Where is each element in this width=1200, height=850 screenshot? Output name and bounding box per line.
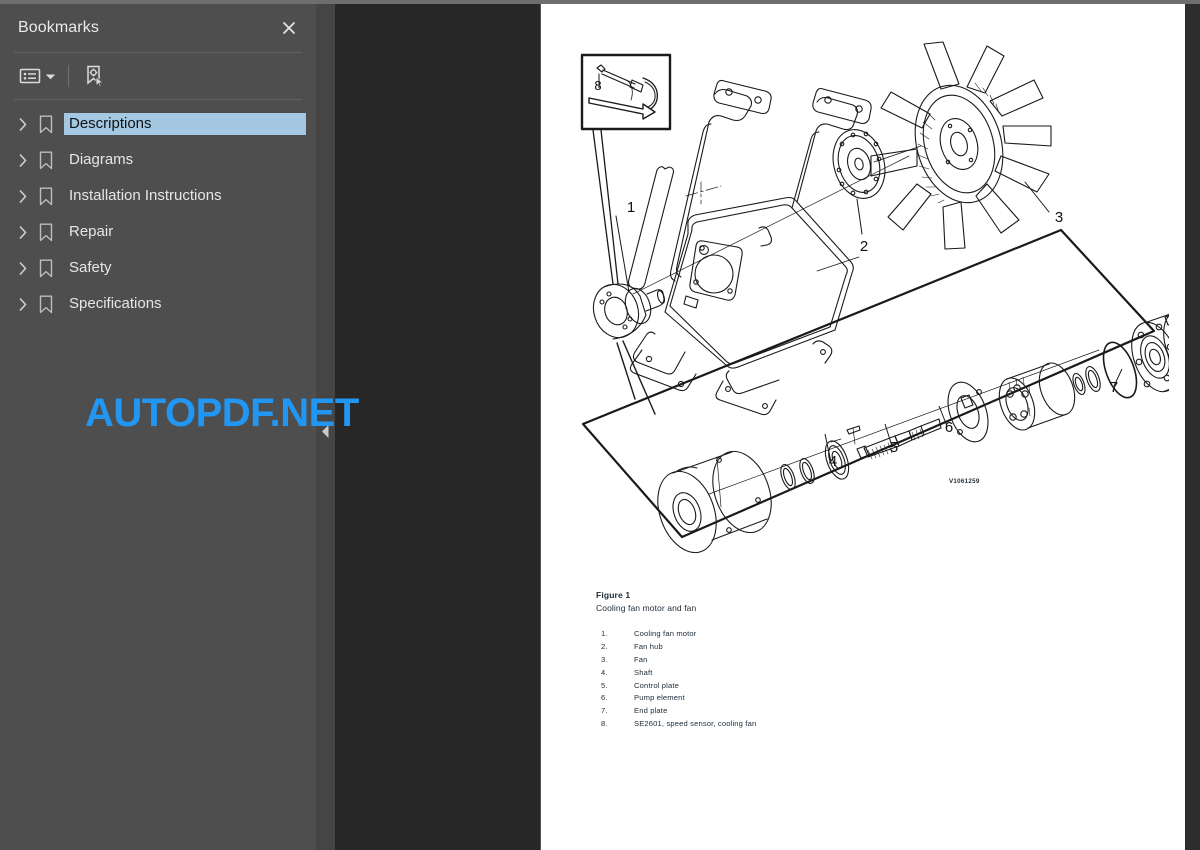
- new-bookmark-button[interactable]: [81, 62, 109, 90]
- figure-title: Figure 1: [596, 590, 631, 600]
- legend-item: 2. Fan hub: [601, 642, 756, 655]
- expand-toggle-descriptions[interactable]: [12, 113, 34, 135]
- legend-number: 1.: [601, 629, 608, 638]
- collapse-left-icon: [322, 424, 329, 438]
- legend-text: SE2601, speed sensor, cooling fan: [634, 719, 757, 729]
- legend-item: 5. Control plate: [601, 681, 756, 694]
- drawing-number: V1061259: [949, 478, 980, 485]
- pdf-page: 1 2 3 4 5 6 7 8 V1061259 Figure 1 Coolin…: [541, 4, 1185, 850]
- bookmark-icon: [34, 184, 58, 208]
- callout-7: 7: [1110, 379, 1118, 396]
- legend-number: 6.: [601, 693, 608, 703]
- expand-toggle-repair[interactable]: [12, 221, 34, 243]
- chevron-right-icon: [19, 261, 27, 275]
- chevron-right-icon: [19, 189, 27, 203]
- bookmark-label: Diagrams: [69, 151, 134, 168]
- legend-item: 1. Cooling fan motor: [601, 629, 756, 642]
- expand-toggle-diagrams[interactable]: [12, 149, 34, 171]
- legend-item: 7. End plate: [601, 706, 756, 719]
- pdf-viewer-window: Bookmarks Descriptions Diagrams Installa…: [0, 0, 1200, 850]
- chevron-right-icon: [19, 117, 27, 131]
- legend-item: 4. Shaft: [601, 668, 756, 681]
- bookmark-item-repair[interactable]: Repair: [0, 214, 316, 250]
- chevron-right-icon: [19, 225, 27, 239]
- bookmark-icon: [34, 148, 58, 172]
- bookmark-label: Safety: [69, 259, 112, 276]
- legend-item: 8. SE2601, speed sensor, cooling fan: [601, 719, 756, 732]
- chevron-down-icon: [46, 73, 55, 79]
- bookmark-item-specifications[interactable]: Specifications: [0, 286, 316, 322]
- figure-legend: 1. Cooling fan motor 2. Fan hub 3. Fan 4…: [601, 629, 756, 732]
- expand-toggle-specifications[interactable]: [12, 293, 34, 315]
- bookmark-icon: [34, 256, 58, 280]
- legend-text: Cooling fan motor: [634, 629, 697, 638]
- bookmark-item-installation-instructions[interactable]: Installation Instructions: [0, 178, 316, 214]
- callout-1: 1: [627, 199, 635, 216]
- bookmark-label: Specifications: [69, 295, 162, 312]
- expand-toggle-safety[interactable]: [12, 257, 34, 279]
- bookmark-icon: [34, 220, 58, 244]
- expand-toggle-installation-instructions[interactable]: [12, 185, 34, 207]
- new-bookmark-icon: [87, 65, 105, 88]
- callout-2: 2: [860, 238, 868, 255]
- figure-caption: Figure 1 Cooling fan motor and fan: [596, 590, 696, 613]
- bookmarks-tree: Descriptions Diagrams Installation Instr…: [0, 100, 316, 322]
- bookmark-icon: [34, 292, 58, 316]
- bookmarks-panel-header: Bookmarks: [0, 4, 316, 52]
- bookmark-label: Descriptions: [63, 112, 307, 136]
- legend-number: 5.: [601, 680, 608, 690]
- legend-text: Fan: [634, 654, 648, 664]
- chevron-right-icon: [19, 153, 27, 167]
- bookmark-label: Installation Instructions: [69, 187, 222, 204]
- legend-text: End plate: [634, 706, 668, 716]
- legend-item: 6. Pump element: [601, 693, 756, 706]
- list-options-icon: [19, 68, 41, 84]
- legend-number: 4.: [601, 667, 608, 677]
- legend-text: Pump element: [634, 693, 685, 703]
- bookmark-item-safety[interactable]: Safety: [0, 250, 316, 286]
- callout-8: 8: [594, 78, 601, 93]
- options-caret: [46, 73, 55, 80]
- legend-text: Fan hub: [634, 641, 663, 651]
- callout-3: 3: [1055, 209, 1063, 226]
- figure-illustration: 1 2 3 4 5 6 7 8: [580, 41, 1169, 554]
- document-viewer[interactable]: 1 2 3 4 5 6 7 8 V1061259 Figure 1 Coolin…: [335, 4, 1200, 850]
- legend-text: Shaft: [634, 667, 653, 677]
- legend-number: 8.: [601, 719, 608, 729]
- legend-number: 7.: [601, 706, 608, 716]
- viewer-right-gutter: [1185, 4, 1200, 850]
- chevron-right-icon: [19, 297, 27, 311]
- bookmark-options-button[interactable]: [16, 62, 58, 90]
- bookmark-item-diagrams[interactable]: Diagrams: [0, 142, 316, 178]
- close-panel-button[interactable]: [276, 15, 302, 41]
- callout-6: 6: [945, 419, 953, 436]
- bookmark-icon: [34, 112, 58, 136]
- legend-number: 2.: [601, 641, 608, 651]
- bookmarks-toolbar: [0, 53, 316, 99]
- collapse-panel-handle[interactable]: [316, 418, 335, 444]
- legend-item: 3. Fan: [601, 655, 756, 668]
- close-icon: [283, 22, 295, 34]
- bookmarks-panel: Bookmarks Descriptions Diagrams Installa…: [0, 4, 316, 850]
- figure-subtitle: Cooling fan motor and fan: [596, 603, 697, 613]
- legend-number: 3.: [601, 654, 608, 664]
- toolbar-separator: [68, 65, 69, 87]
- bookmark-item-descriptions[interactable]: Descriptions: [0, 106, 316, 142]
- legend-text: Control plate: [634, 680, 680, 690]
- panel-splitter[interactable]: [316, 4, 335, 850]
- bookmark-label: Repair: [69, 223, 114, 240]
- panel-title: Bookmarks: [18, 19, 99, 36]
